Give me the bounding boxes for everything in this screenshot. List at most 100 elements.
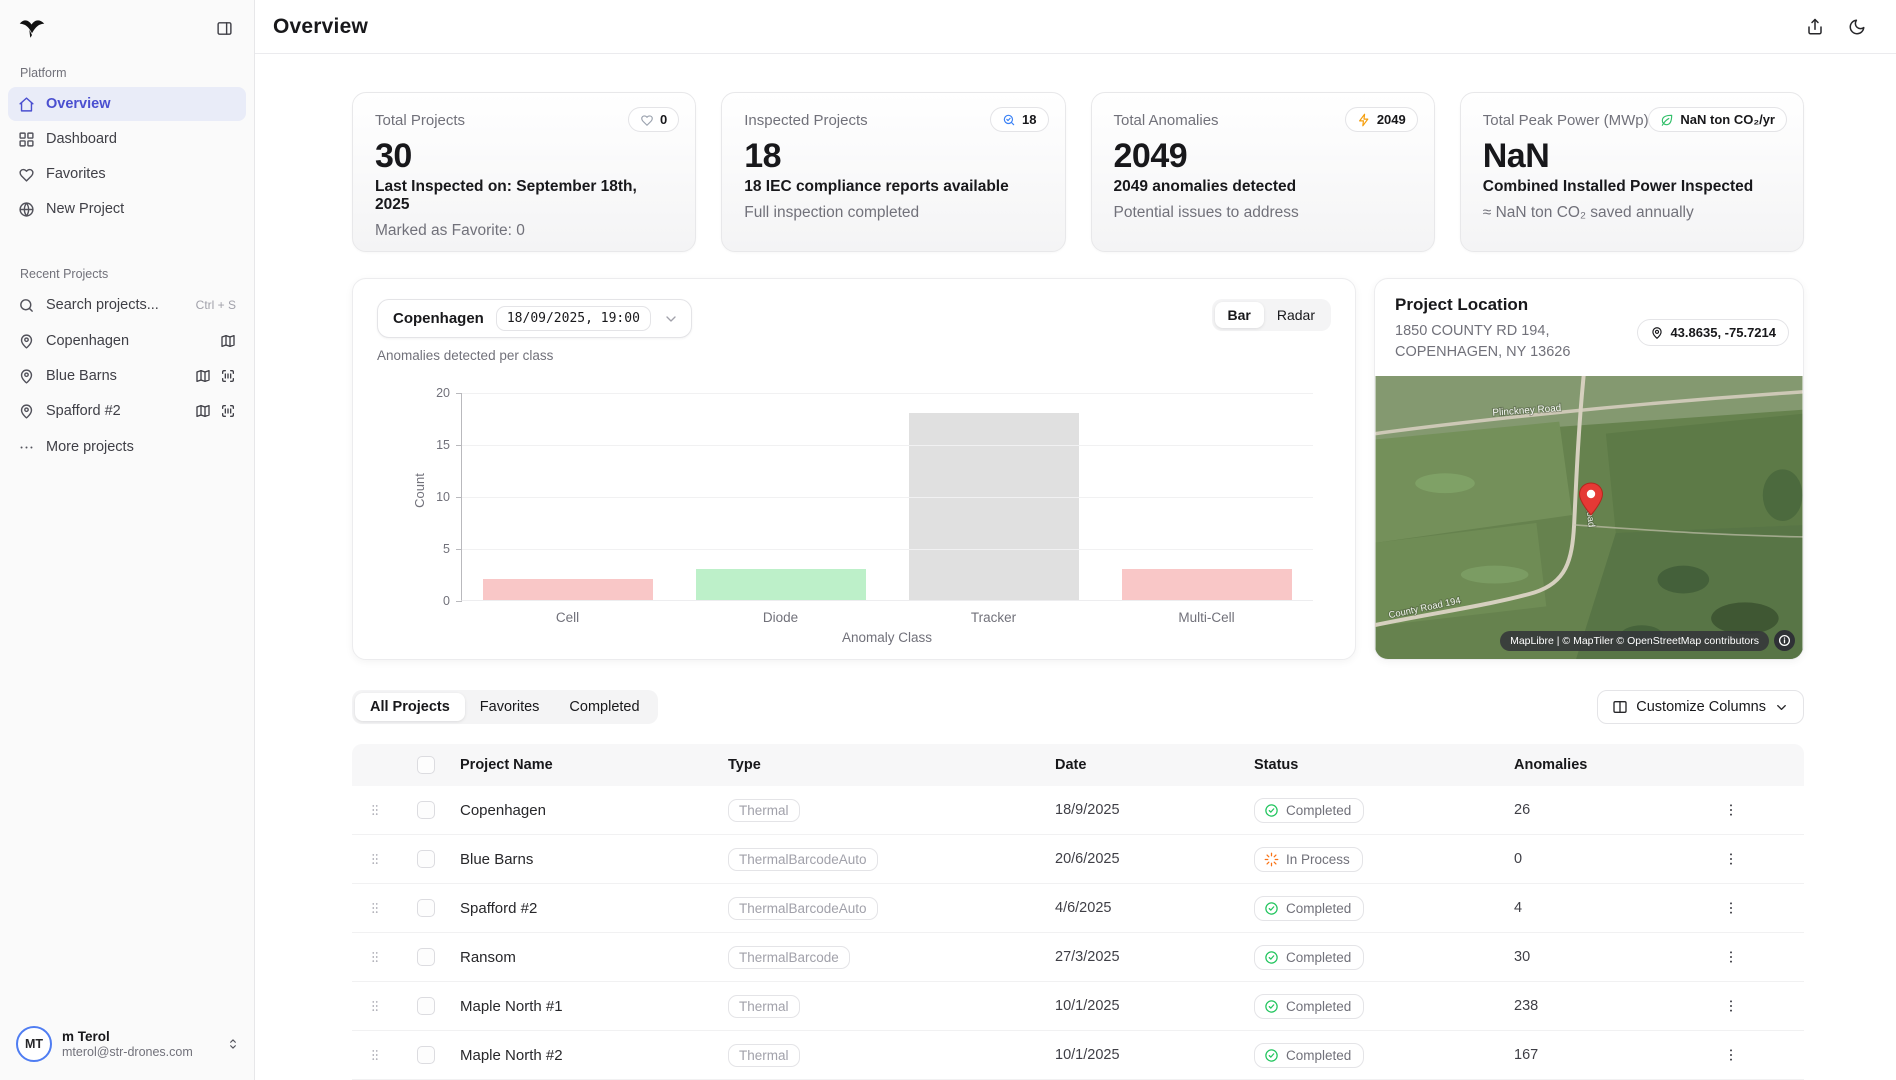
project-selector-datetime[interactable]: 18/09/2025, 19:00 [495,306,651,331]
row-checkbox[interactable] [417,850,435,868]
sidebar-search-projects[interactable]: Search projects... Ctrl + S [8,288,246,322]
tab-completed[interactable]: Completed [554,693,654,721]
grid-line [462,549,1313,550]
status-badge: Completed [1254,944,1365,970]
drag-handle[interactable] [352,999,398,1013]
map-attribution: MapLibre | © MapTiler © OpenStreetMap co… [1500,630,1769,651]
project-date-cell: 27/3/2025 [1055,949,1120,965]
row-checkbox[interactable] [417,1046,435,1064]
project-selector[interactable]: Copenhagen 18/09/2025, 19:00 [377,299,692,338]
sidebar-project-copenhagen[interactable]: Copenhagen [8,324,246,358]
bar-tracker[interactable] [908,412,1079,600]
share-button[interactable] [1798,10,1832,44]
project-name-cell[interactable]: Ransom [448,949,728,966]
share-icon [1806,18,1824,36]
bar-diode[interactable] [696,568,867,600]
type-badge: ThermalBarcodeAuto [728,847,878,871]
map-icon[interactable] [195,368,211,384]
check-circle-icon [1264,901,1279,916]
user-pin-icon [18,402,36,420]
user-menu[interactable]: MT m Terol mterol@str-drones.com [0,1012,254,1080]
drag-handle[interactable] [352,950,398,964]
customize-columns-button[interactable]: Customize Columns [1597,690,1804,724]
columns-icon [1612,699,1628,715]
sidebar-collapse-button[interactable] [210,14,238,42]
table-row: Maple North #2 Thermal 10/1/2025 Completed 1… [352,1031,1804,1080]
grid-icon [18,130,36,148]
map-marker-pin[interactable] [1578,482,1604,516]
row-menu-button[interactable] [1719,847,1743,871]
sidebar-more-projects[interactable]: More projects [8,430,246,464]
bar-multi-cell[interactable] [1121,568,1292,600]
tab-all-projects[interactable]: All Projects [355,693,465,721]
table-row: Ransom ThermalBarcode 27/3/2025 Completed 30 [352,933,1804,982]
tab-favorites[interactable]: Favorites [465,693,555,721]
row-checkbox-cell [398,899,448,917]
project-name-cell[interactable]: Blue Barns [448,851,728,868]
sidebar-item-favorites[interactable]: Favorites [8,157,246,191]
map-icon[interactable] [195,403,211,419]
row-menu-button[interactable] [1719,896,1743,920]
project-name-cell[interactable]: Maple North #2 [448,1047,728,1064]
stat-badge: NaN ton CO₂/yr [1648,107,1787,132]
sidebar-item-overview[interactable]: Overview [8,87,246,121]
info-icon[interactable] [1774,630,1795,651]
row-checkbox[interactable] [417,997,435,1015]
stat-card-4: Total Peak Power (MWp) NaN ton CO₂/yr NaN C… [1459,92,1804,252]
row-actions-cell [1719,994,1804,1018]
type-badge: ThermalBarcode [728,945,850,969]
project-name-cell[interactable]: Spafford #2 [448,900,728,917]
stat-secondary-text: Potential issues to address [1113,204,1299,222]
avatar: MT [16,1026,52,1062]
row-menu-button[interactable] [1719,798,1743,822]
row-menu-button[interactable] [1719,1043,1743,1067]
y-tick-label: 0 [443,594,450,608]
map-pin-icon [1650,326,1664,340]
y-tick [456,601,462,602]
coordinates-badge: 43.8635, -75.7214 [1637,319,1789,346]
chart-mode-toggle: Bar Radar [1211,299,1331,331]
table-body: Copenhagen Thermal 18/9/2025 Completed 26 Blu… [352,786,1804,1080]
anomalies-count-cell: 167 [1514,1047,1539,1063]
dark-mode-toggle[interactable] [1840,10,1874,44]
anomalies-count-cell: 0 [1514,851,1523,867]
drag-handle[interactable] [352,901,398,915]
search-icon [18,296,36,314]
app-logo-swallow-icon [18,16,46,40]
row-checkbox[interactable] [417,899,435,917]
stat-badge: 18 [990,107,1049,132]
anomalies-count-cell: 4 [1514,900,1523,916]
stat-card-2: Inspected Projects 18 18 18 IEC compliance … [721,92,1066,252]
map-icon[interactable] [220,333,236,349]
drag-handle[interactable] [352,852,398,866]
stat-badge: 2049 [1344,107,1418,132]
stats-row: Total Projects 0 30 Last Inspected on: Sept… [352,92,1804,252]
bar-cell[interactable] [483,579,654,600]
chart-plot: Count 0 5 10 15 20 [412,386,1313,608]
sidebar-project-blue-barns[interactable]: Blue Barns [8,359,246,393]
row-actions-cell [1719,945,1804,969]
loader-icon [1264,852,1279,867]
project-name-cell[interactable]: Copenhagen [448,802,728,819]
chart-mode-bar[interactable]: Bar [1214,302,1264,328]
sidebar-project-spafford-2[interactable]: Spafford #2 [8,394,246,428]
project-name-cell[interactable]: Maple North #1 [448,998,728,1015]
column-header-status: Status [1254,757,1299,773]
row-checkbox[interactable] [417,948,435,966]
drag-handle[interactable] [352,1048,398,1062]
table-row: Spafford #2 ThermalBarcodeAuto 4/6/2025 Com… [352,884,1804,933]
satellite-map[interactable]: Plinckney Road County Road 194 Road MapL… [1375,376,1803,659]
sidebar-item-dashboard[interactable]: Dashboard [8,122,246,156]
scan-icon[interactable] [220,403,236,419]
sidebar-item-new-project[interactable]: New Project [8,192,246,226]
select-all-checkbox[interactable] [417,756,435,774]
chart-mode-radar[interactable]: Radar [1264,302,1328,328]
scan-icon[interactable] [220,368,236,384]
sidebar: Platform Overview Dashboard Favorites New P… [0,0,255,1080]
row-menu-button[interactable] [1719,994,1743,1018]
chevron-down-icon [1774,700,1789,715]
project-type-cell: ThermalBarcodeAuto [728,847,1055,871]
row-checkbox[interactable] [417,801,435,819]
row-menu-button[interactable] [1719,945,1743,969]
drag-handle[interactable] [352,803,398,817]
